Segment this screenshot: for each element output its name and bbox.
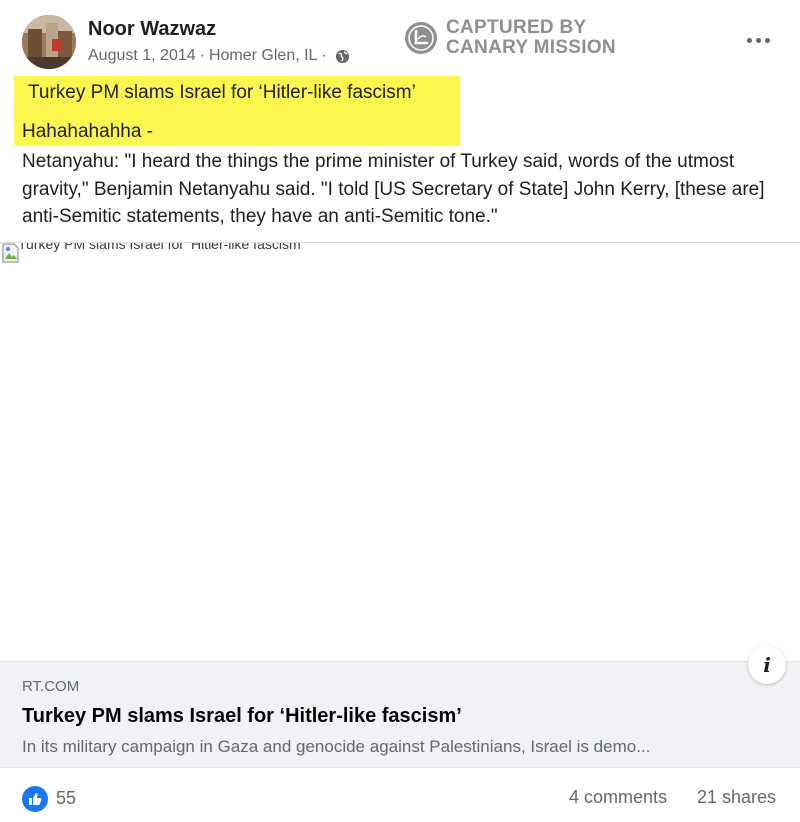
meta-separator: · xyxy=(199,47,205,64)
meta-separator: · xyxy=(321,47,327,64)
more-options-button[interactable] xyxy=(740,28,776,52)
author-name[interactable]: Noor Wazwaz xyxy=(88,18,216,41)
avatar[interactable] xyxy=(22,15,76,69)
shares-link[interactable]: 21 shares xyxy=(697,787,776,808)
canary-mission-logo xyxy=(405,22,437,54)
link-preview-image[interactable]: Turkey PM slams Israel for ‘Hitler-like … xyxy=(0,243,800,661)
like-icon[interactable] xyxy=(22,786,48,812)
watermark-line1: CAPTURED BY xyxy=(446,17,587,38)
post-footer: 55 4 comments 21 shares xyxy=(0,770,800,822)
link-preview-card[interactable]: i RT.COM Turkey PM slams Israel for ‘Hit… xyxy=(0,646,800,768)
info-icon[interactable]: i xyxy=(748,646,786,684)
link-description: In its military campaign in Gaza and gen… xyxy=(22,737,651,756)
dot-icon xyxy=(746,37,752,43)
post-location[interactable]: Homer Glen, IL xyxy=(209,47,317,65)
reaction-count[interactable]: 55 xyxy=(56,788,76,809)
post-date[interactable]: August 1, 2014 xyxy=(88,47,196,65)
dot-icon xyxy=(764,37,770,43)
watermark-line2: CANARY MISSION xyxy=(446,37,616,58)
post-meta: August 1, 2014 · Homer Glen, IL · xyxy=(88,47,350,65)
highlighted-comment: Hahahahahha - xyxy=(22,121,153,142)
link-domain: RT.COM xyxy=(22,678,80,695)
comments-link[interactable]: 4 comments xyxy=(569,787,667,808)
canary-mission-watermark: CAPTURED BY CANARY MISSION xyxy=(404,18,616,58)
dot-icon xyxy=(755,37,761,43)
highlighted-headline: Turkey PM slams Israel for ‘Hitler-like … xyxy=(28,82,416,103)
post-body-text: Netanyahu: "I heard the things the prime… xyxy=(22,151,765,227)
link-title[interactable]: Turkey PM slams Israel for ‘Hitler-like … xyxy=(22,705,462,728)
image-alt-text: Turkey PM slams Israel for ‘Hitler-like … xyxy=(18,243,304,252)
globe-icon[interactable] xyxy=(335,49,350,64)
post-header: Noor Wazwaz August 1, 2014 · Homer Glen,… xyxy=(0,0,800,80)
